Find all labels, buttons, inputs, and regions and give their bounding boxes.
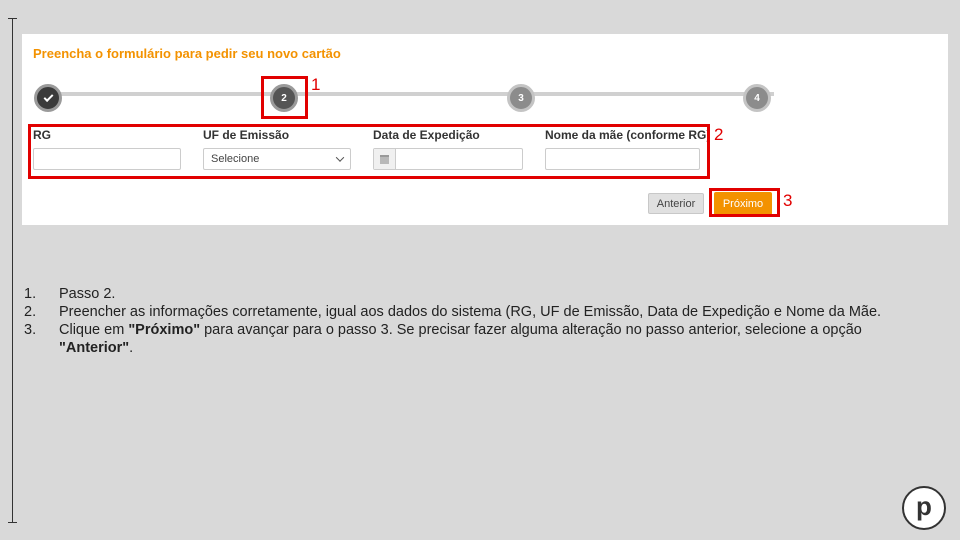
check-icon	[43, 91, 53, 102]
bracket-line	[12, 18, 13, 523]
list-item: 3. Clique em "Próximo" para avançar para…	[24, 321, 904, 357]
annotation-1: 1	[311, 75, 321, 94]
list-text: Passo 2.	[59, 286, 116, 302]
previous-button[interactable]: Anterior	[648, 193, 704, 214]
step-1-done[interactable]	[34, 84, 62, 112]
stepper-track	[48, 92, 774, 96]
text-part: .	[129, 340, 134, 356]
previous-keyword: "Anterior"	[59, 340, 130, 356]
instructions-list: 1. Passo 2. 2. Preencher as informações …	[24, 285, 904, 357]
highlight-fields	[28, 124, 710, 179]
next-keyword: "Próximo"	[128, 322, 201, 338]
list-item: 2. Preencher as informações corretamente…	[24, 303, 904, 321]
logo-letter: p	[916, 491, 932, 521]
highlight-step	[261, 76, 308, 119]
list-number: 2.	[24, 304, 37, 320]
annotation-3: 3	[783, 191, 793, 210]
highlight-next	[709, 188, 780, 217]
bracket-cap-top	[8, 18, 17, 19]
brand-logo: p	[902, 486, 946, 530]
list-text: Preencher as informações corretamente, i…	[59, 304, 882, 320]
list-number: 3.	[24, 322, 37, 338]
bracket-cap-bottom	[8, 522, 17, 523]
text-part: para avançar para o passo 3. Se precisar…	[200, 322, 862, 338]
list-text: Clique em "Próximo" para avançar para o …	[59, 321, 904, 357]
list-number: 1.	[24, 286, 37, 302]
step-3[interactable]: 3	[507, 84, 535, 112]
text-part: Clique em	[59, 322, 129, 338]
step-4[interactable]: 4	[743, 84, 771, 112]
list-item: 1. Passo 2.	[24, 285, 904, 303]
form-title: Preencha o formulário para pedir seu nov…	[33, 46, 341, 61]
annotation-2: 2	[714, 125, 724, 144]
